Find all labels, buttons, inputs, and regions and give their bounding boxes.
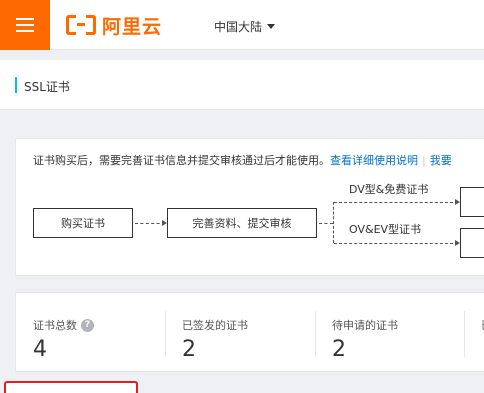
aliyun-logo[interactable]: 阿里云 bbox=[66, 13, 163, 38]
branch-label-ov: OV&EV型证书 bbox=[349, 223, 422, 236]
stat-value: 4 bbox=[33, 337, 47, 362]
menu-button[interactable] bbox=[0, 0, 50, 50]
logo-text: 阿里云 bbox=[102, 15, 163, 38]
branch-connector bbox=[333, 202, 334, 243]
notice-text: 证书购买后，需要完善证书信息并提交审核通过后才能使用。 bbox=[33, 154, 330, 167]
arrow-branch-dv bbox=[334, 199, 460, 205]
question-icon[interactable]: ? bbox=[81, 318, 94, 332]
region-selector[interactable]: 中国大陆 bbox=[214, 18, 276, 35]
process-notice: 证书购买后，需要完善证书信息并提交审核通过后才能使用。查看详细使用说明 | 我要 bbox=[33, 154, 452, 167]
page-title-bar: SSL证书 bbox=[0, 60, 484, 110]
arrow-step2-stub bbox=[319, 223, 333, 224]
certificate-stats: 证书总数? 4 已签发的证书 2 待申请的证书 2 已 bbox=[15, 292, 484, 372]
step-buy-certificate: 购买证书 bbox=[33, 208, 133, 238]
step-dv-next bbox=[460, 187, 484, 217]
logo-mark-icon bbox=[66, 15, 96, 35]
secondary-link[interactable]: 我要 bbox=[430, 154, 452, 167]
stat-label: 待申请的证书 bbox=[332, 319, 398, 332]
highlighted-tab[interactable] bbox=[4, 381, 138, 393]
arrow-branch-ov bbox=[334, 240, 460, 246]
title-accent bbox=[15, 77, 17, 93]
hamburger-icon bbox=[16, 18, 34, 20]
stat-label: 已签发的证书 bbox=[182, 319, 248, 332]
arrow-step1-to-step2 bbox=[135, 220, 167, 226]
page-title: SSL证书 bbox=[24, 80, 70, 94]
stat-value: 2 bbox=[332, 337, 346, 362]
step-ov-next bbox=[460, 228, 484, 258]
region-label: 中国大陆 bbox=[214, 20, 263, 34]
branch-label-dv: DV型&免费证书 bbox=[349, 183, 429, 196]
process-panel: 证书购买后，需要完善证书信息并提交审核通过后才能使用。查看详细使用说明 | 我要 购… bbox=[15, 138, 484, 276]
step-complete-info: 完善资料、提交审核 bbox=[167, 208, 317, 238]
usage-guide-link[interactable]: 查看详细使用说明 bbox=[330, 154, 418, 167]
caret-down-icon bbox=[267, 24, 276, 29]
stat-value: 2 bbox=[182, 337, 196, 362]
stat-label: 证书总数 bbox=[33, 319, 77, 332]
top-navbar: 阿里云 中国大陆 bbox=[0, 0, 484, 50]
